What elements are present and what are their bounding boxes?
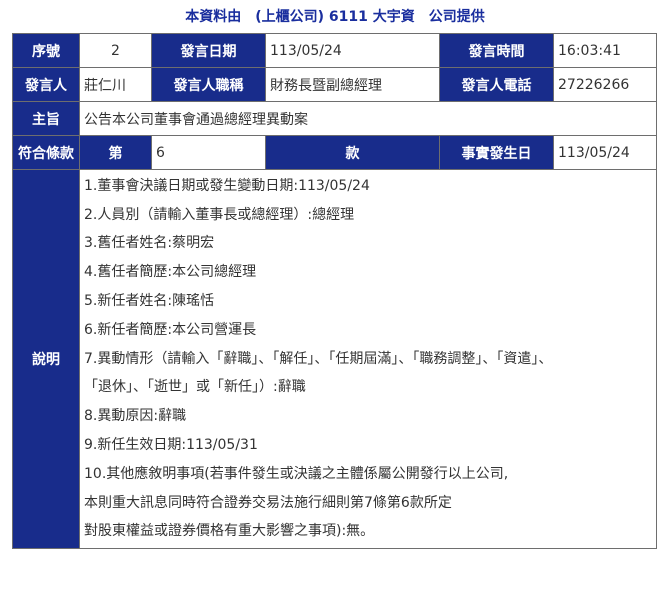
announcement-table: 序號 2 發言日期 113/05/24 發言時間 16:03:41 發言人 莊仁…	[12, 33, 657, 549]
row-clause: 符合條款 第 6 款 事實發生日 113/05/24	[12, 135, 657, 170]
description-line-10: 9.新任生效日期:113/05/31	[84, 436, 258, 453]
description-line-8: 「退休」、「逝世」或「新任」）:辭職	[84, 379, 306, 396]
description-line-5: 5.新任者姓名:陳瑤恬	[84, 293, 215, 309]
row-subject: 主旨 公告本公司董事會通過總經理異動案	[12, 101, 657, 136]
date-value: 113/05/24	[265, 33, 440, 68]
speaker-title-value: 財務長暨副總經理	[265, 67, 440, 102]
description-line-12: 本則重大訊息同時符合證券交易法施行細則第7條第6款所定	[84, 494, 452, 511]
time-value: 16:03:41	[553, 33, 657, 68]
speaker-value: 莊仁川	[79, 67, 152, 102]
event-date-label: 事實發生日	[439, 135, 554, 170]
seq-label: 序號	[12, 33, 80, 68]
description-line-9: 8.異動原因:辭職	[84, 408, 187, 425]
row-description: 說明 1.董事會決議日期或發生變動日期:113/05/24 2.人員別（請輸入董…	[12, 169, 657, 549]
description-line-11: 10.其他應敘明事項(若事件發生或決議之主體係屬公開發行以上公司,	[84, 465, 509, 482]
description-line-4: 4.舊任者簡歷:本公司總經理	[84, 264, 257, 281]
item-label: 款	[265, 135, 440, 170]
row-speaker: 發言人 莊仁川 發言人職稱 財務長暨副總經理 發言人電話 27226266	[12, 67, 657, 102]
description-label: 說明	[12, 169, 80, 549]
clause-label: 符合條款	[12, 135, 80, 170]
event-date-value: 113/05/24	[553, 135, 657, 170]
seq-value: 2	[79, 33, 152, 68]
speaker-label: 發言人	[12, 67, 80, 102]
article-value: 6	[151, 135, 266, 170]
speaker-phone-value: 27226266	[553, 67, 657, 102]
description-line-3: 3.舊任者姓名:蔡明宏	[84, 235, 215, 252]
description-line-1: 1.董事會決議日期或發生變動日期:113/05/24	[84, 177, 370, 194]
speaker-phone-label: 發言人電話	[439, 67, 554, 102]
subject-value: 公告本公司董事會通過總經理異動案	[79, 101, 657, 136]
description-line-7: 7.異動情形（請輸入「辭職」、「解任」、「任期屆滿」、「職務調整」、「資遣」、	[84, 350, 553, 367]
description-line-6: 6.新任者簡歷:本公司營運長	[84, 321, 257, 338]
row-sequence: 序號 2 發言日期 113/05/24 發言時間 16:03:41	[12, 33, 657, 68]
description-line-13: 對股東權益或證券價格有重大影響之事項):無。	[84, 523, 375, 540]
description-body: 1.董事會決議日期或發生變動日期:113/05/24 2.人員別（請輸入董事長或…	[79, 169, 657, 549]
date-label: 發言日期	[151, 33, 266, 68]
description-line-2: 2.人員別（請輸入董事長或總經理）:總經理	[84, 206, 355, 223]
subject-label: 主旨	[12, 101, 80, 136]
article-label: 第	[79, 135, 152, 170]
time-label: 發言時間	[439, 33, 554, 68]
speaker-title-label: 發言人職稱	[151, 67, 266, 102]
page-header: 本資料由 (上櫃公司) 6111 大宇資 公司提供	[185, 9, 485, 25]
